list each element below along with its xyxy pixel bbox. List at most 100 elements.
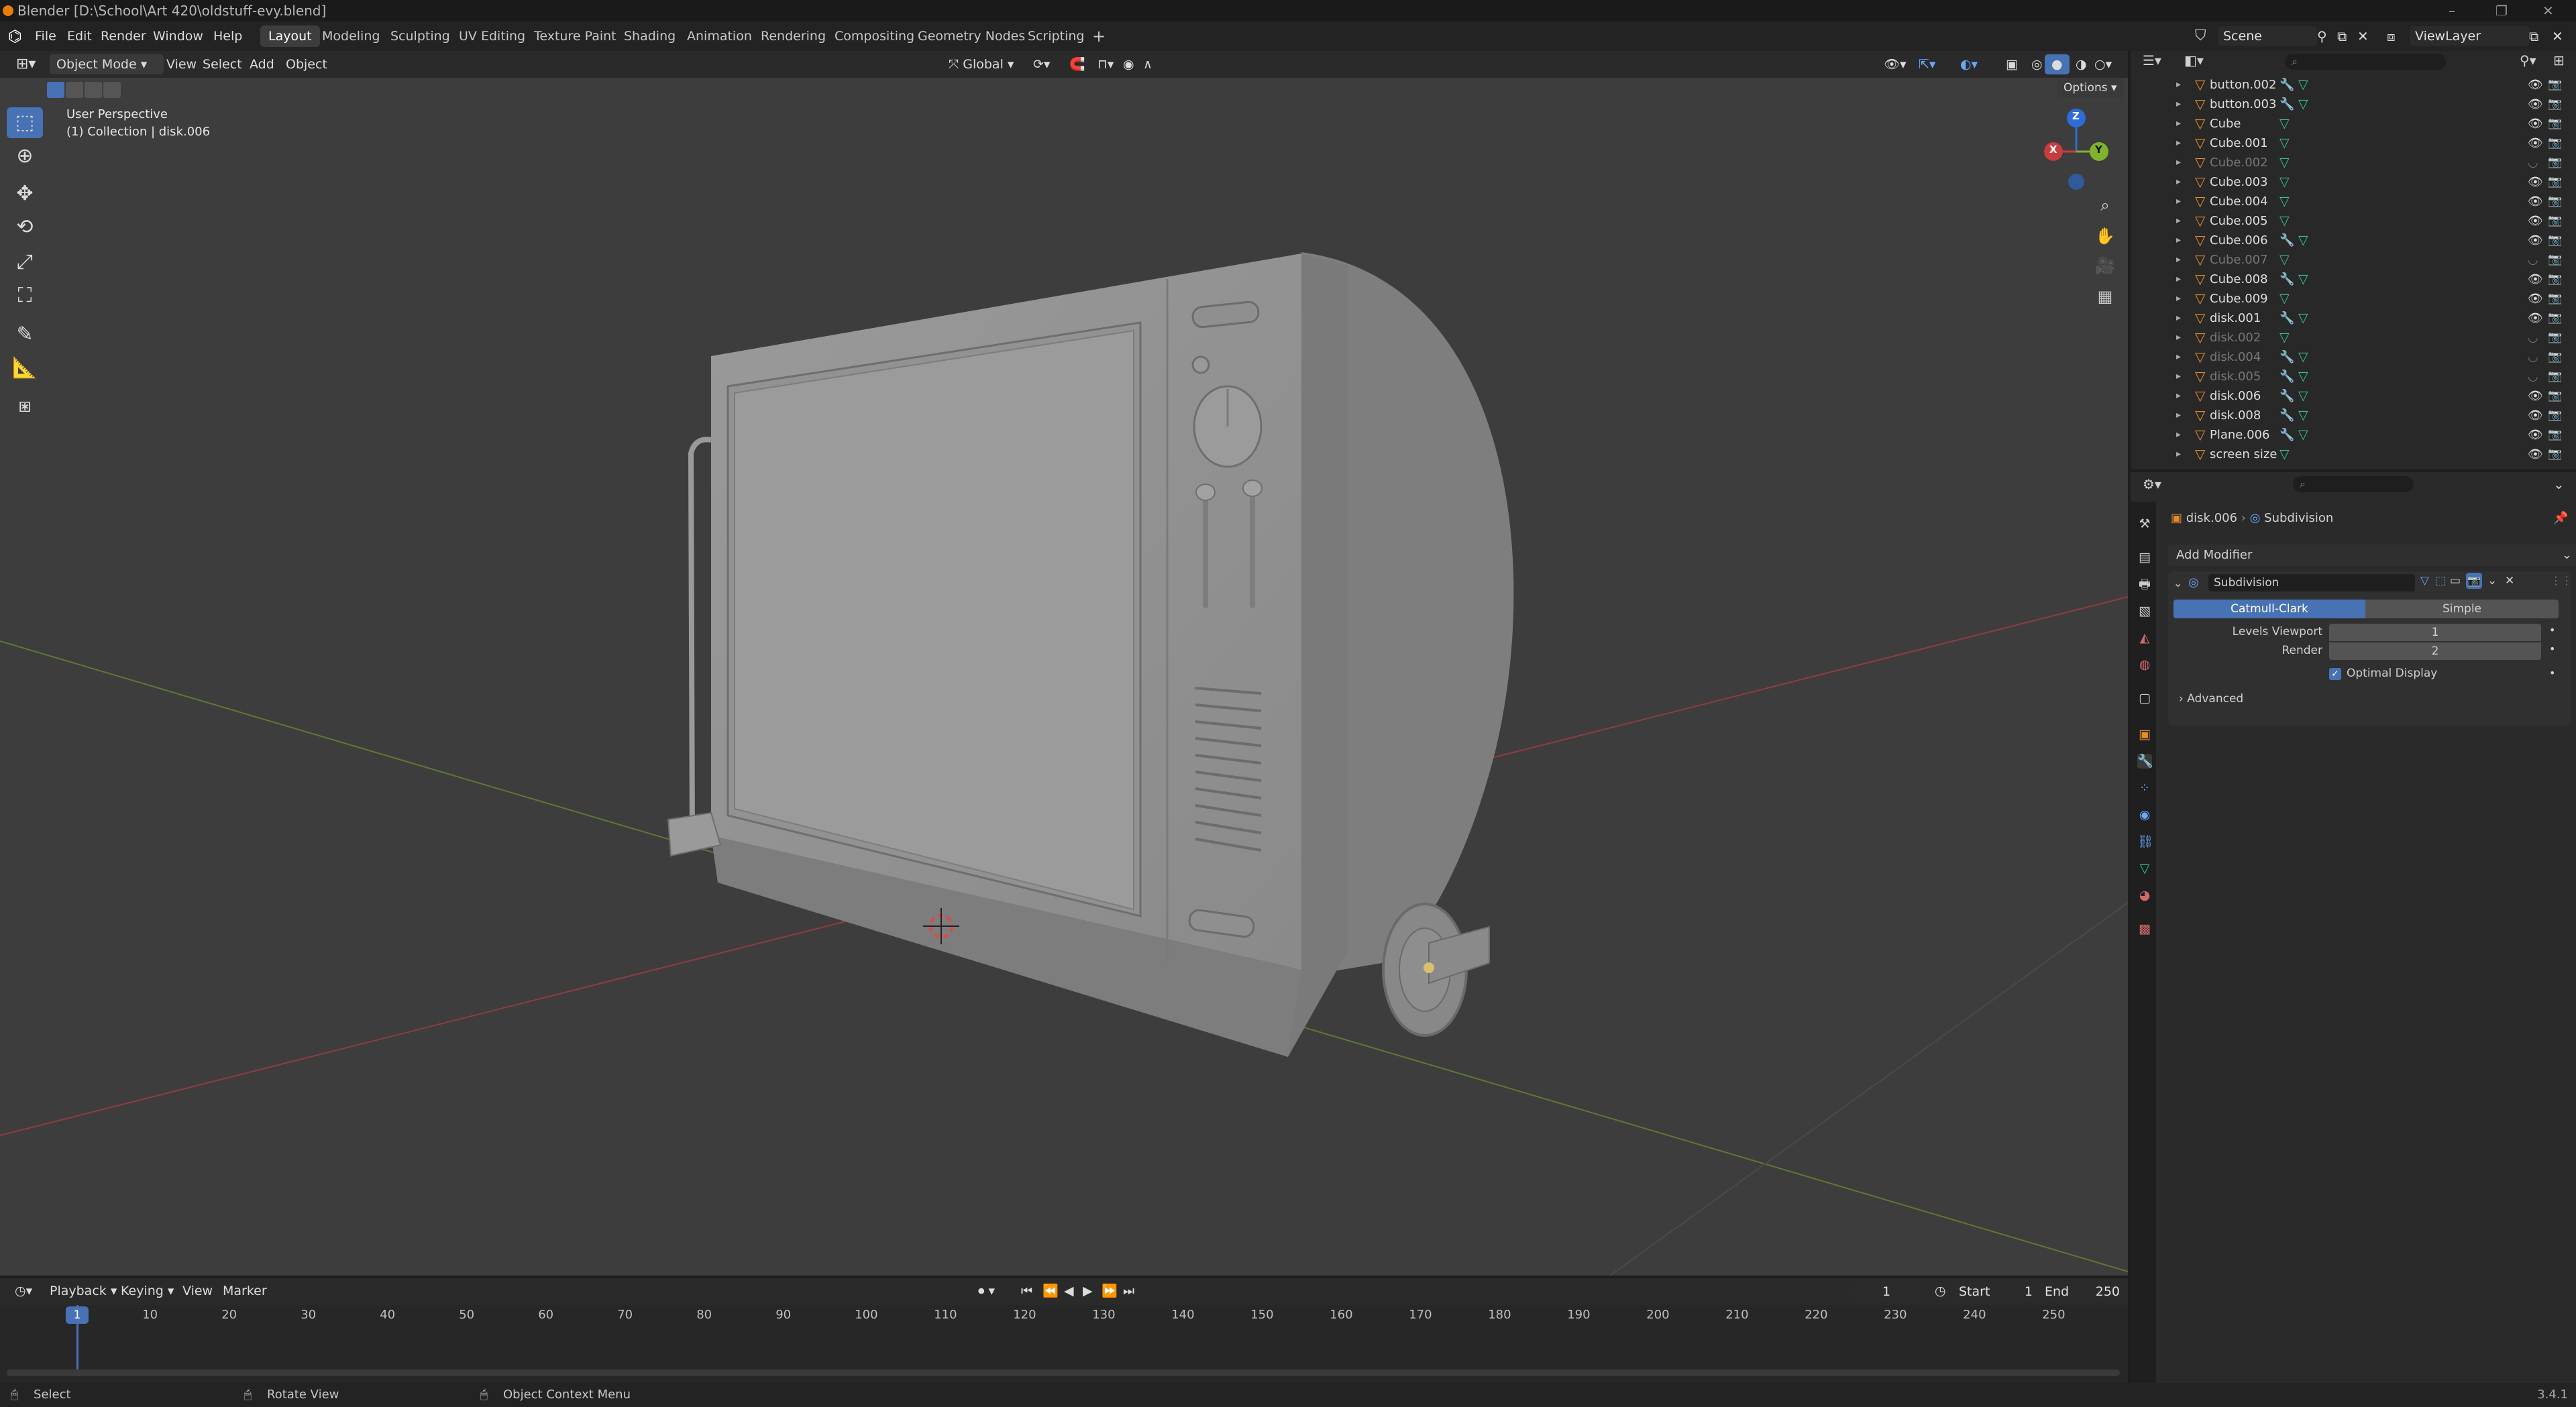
camera-icon[interactable]: 📷 xyxy=(2548,445,2562,464)
tab-compositing[interactable]: Compositing xyxy=(826,25,922,47)
mesh-data-icon[interactable]: ▽ xyxy=(2279,445,2290,464)
camera-icon[interactable]: 📷 xyxy=(2548,114,2562,133)
outliner-item[interactable]: ▸ ▽ Cube.008 🔧 ▽ 👁 📷 xyxy=(2131,270,2576,289)
select-box-tool-icon[interactable]: ⬚ xyxy=(7,107,43,138)
eye-icon[interactable]: 👁 xyxy=(2528,192,2543,211)
data-tab-icon[interactable]: ▽ xyxy=(2137,861,2152,876)
jump-end-icon[interactable]: ⏭ xyxy=(1116,1281,1141,1301)
drag-handle-icon[interactable]: ⋮⋮ xyxy=(2551,574,2572,587)
expand-arrow-icon[interactable]: ▸ xyxy=(2176,231,2181,250)
outliner-item[interactable]: ▸ ▽ disk.001 🔧 ▽ 👁 📷 xyxy=(2131,308,2576,328)
delete-view-layer-icon[interactable]: ✕ xyxy=(2552,21,2563,51)
current-frame-field[interactable]: 1 xyxy=(1851,1282,1921,1302)
outliner-item[interactable]: ▸ ▽ button.002 🔧 ▽ 👁 📷 xyxy=(2131,75,2576,95)
expand-arrow-icon[interactable]: ▸ xyxy=(2176,367,2181,386)
tab-texture-paint[interactable]: Texture Paint xyxy=(526,25,625,47)
outliner-item[interactable]: ▸ ▽ disk.005 🔧 ▽ ◡ 📷 xyxy=(2131,367,2576,386)
expand-arrow-icon[interactable]: ▸ xyxy=(2176,270,2181,289)
camera-icon[interactable]: 📷 xyxy=(2548,153,2562,172)
rendered-shading-icon[interactable]: ○▾ xyxy=(2088,54,2118,74)
wrench-icon[interactable]: 🔧 xyxy=(2279,270,2294,289)
annotate-tool-icon[interactable]: ✎ xyxy=(7,319,43,350)
maximize-button[interactable]: ❐ xyxy=(2496,0,2508,21)
select-intersect-icon[interactable] xyxy=(103,82,121,98)
expand-arrow-icon[interactable]: ▸ xyxy=(2176,75,2181,95)
texture-tab-icon[interactable]: ▩ xyxy=(2137,921,2152,936)
wrench-icon[interactable]: 🔧 xyxy=(2279,425,2294,445)
eye-icon[interactable]: 👁 xyxy=(2528,308,2543,328)
delete-scene-icon[interactable]: ✕ xyxy=(2357,21,2369,51)
view-layer-selector[interactable]: ViewLayer xyxy=(2410,26,2529,46)
wrench-icon[interactable]: 🔧 xyxy=(2279,367,2294,386)
expand-arrow-icon[interactable]: ▸ xyxy=(2176,425,2181,445)
render-tab-icon[interactable]: ▤ xyxy=(2137,550,2152,565)
scene-selector[interactable]: Scene xyxy=(2218,26,2317,46)
expand-arrow-icon[interactable]: ▸ xyxy=(2176,386,2181,406)
menu-timeline-view[interactable]: View xyxy=(176,1281,219,1301)
options-button[interactable]: Options ▾ xyxy=(2057,78,2124,98)
animate-property-icon[interactable]: • xyxy=(2549,642,2555,655)
outliner-item[interactable]: ▸ ▽ disk.006 🔧 ▽ 👁 📷 xyxy=(2131,386,2576,406)
expand-arrow-icon[interactable]: ▸ xyxy=(2176,133,2181,153)
timeline-editor-icon[interactable]: ◷▾ xyxy=(8,1281,39,1301)
wrench-icon[interactable]: 🔧 xyxy=(2279,347,2294,367)
outliner-item[interactable]: ▸ ▽ Cube.006 🔧 ▽ 👁 📷 xyxy=(2131,231,2576,250)
eye-icon[interactable]: 👁 xyxy=(2528,172,2543,192)
camera-view-icon[interactable]: 🎥 xyxy=(2092,252,2118,279)
mesh-data-icon[interactable]: ▽ xyxy=(2298,367,2308,386)
outliner-search-field[interactable]: ⌕ xyxy=(2285,54,2446,70)
tool-tab-icon[interactable]: ⚒ xyxy=(2137,516,2152,531)
record-icon[interactable]: ⏺ ▾ xyxy=(971,1281,1002,1301)
display-mode-icon[interactable]: ◧▾ xyxy=(2184,52,2204,68)
pin-properties-icon[interactable]: 📌 xyxy=(2553,511,2568,525)
simple-button[interactable]: Simple xyxy=(2365,600,2559,618)
view-layer-tab-icon[interactable]: ▧ xyxy=(2137,604,2152,618)
wrench-icon[interactable]: 🔧 xyxy=(2279,308,2294,328)
rotate-tool-icon[interactable]: ⟲ xyxy=(7,212,43,243)
overlays-toggle-icon[interactable]: ◐▾ xyxy=(1953,54,1984,74)
expand-arrow-icon[interactable]: ▸ xyxy=(2176,308,2181,328)
menu-marker[interactable]: Marker xyxy=(216,1281,274,1301)
modifier-tab-icon[interactable]: 🔧 xyxy=(2137,754,2153,769)
outliner-editor-icon[interactable]: ☰▾ xyxy=(2143,52,2161,68)
camera-icon[interactable]: 📷 xyxy=(2548,406,2562,425)
eye-icon[interactable]: 👁 xyxy=(2528,75,2543,95)
menu-render[interactable]: Render xyxy=(101,21,146,51)
transform-orientation-selector[interactable]: ⤧ Global ▾ xyxy=(942,54,1020,74)
eye-icon[interactable]: 👁 xyxy=(2528,386,2543,406)
playhead-frame-badge[interactable]: 1 xyxy=(66,1306,89,1324)
camera-icon[interactable]: 📷 xyxy=(2548,231,2562,250)
eye-icon[interactable]: 👁 xyxy=(2528,289,2543,308)
mesh-data-icon[interactable]: ▽ xyxy=(2279,153,2290,172)
wrench-icon[interactable]: 🔧 xyxy=(2279,75,2294,95)
wrench-icon[interactable]: 🔧 xyxy=(2279,231,2294,250)
pivot-point-icon[interactable]: ⟳▾ xyxy=(1026,54,1057,74)
render-levels-field[interactable]: 2 xyxy=(2329,642,2541,660)
tab-geometry-nodes[interactable]: Geometry Nodes xyxy=(910,25,1033,47)
wrench-icon[interactable]: 🔧 xyxy=(2279,406,2294,425)
tab-rendering[interactable]: Rendering xyxy=(753,25,834,47)
select-extend-icon[interactable] xyxy=(66,82,83,98)
visibility-icon[interactable]: 👁▾ xyxy=(1877,54,1913,74)
expand-arrow-icon[interactable]: ▸ xyxy=(2176,406,2181,425)
camera-icon[interactable]: 📷 xyxy=(2548,386,2562,406)
outliner-item[interactable]: ▸ ▽ screen size ▽ 👁 📷 xyxy=(2131,445,2576,464)
camera-icon[interactable]: 📷 xyxy=(2548,289,2562,308)
wrench-icon[interactable]: 🔧 xyxy=(2279,386,2294,406)
eye-icon[interactable]: 👁 xyxy=(2528,425,2543,445)
new-collection-icon[interactable]: ⊞ xyxy=(2553,52,2565,68)
eye-icon[interactable]: 👁 xyxy=(2528,406,2543,425)
wrench-icon[interactable]: 🔧 xyxy=(2279,95,2294,114)
outliner-item[interactable]: ▸ ▽ Cube.007 ▽ ◡ 📷 xyxy=(2131,250,2576,270)
tab-shading[interactable]: Shading xyxy=(616,25,684,47)
camera-icon[interactable]: 📷 xyxy=(2548,133,2562,153)
camera-icon[interactable]: 📷 xyxy=(2548,270,2562,289)
tv-model[interactable] xyxy=(667,252,1514,1057)
zoom-icon[interactable]: ⌕ xyxy=(2092,192,2118,219)
animate-property-icon[interactable]: • xyxy=(2549,667,2555,679)
physics-tab-icon[interactable]: ◉ xyxy=(2137,807,2152,822)
outliner-item[interactable]: ▸ ▽ Cube.005 ▽ 👁 📷 xyxy=(2131,211,2576,231)
outliner-item[interactable]: ▸ ▽ Plane.006 🔧 ▽ 👁 📷 xyxy=(2131,425,2576,445)
menu-playback[interactable]: Playback ▾ xyxy=(43,1281,123,1301)
add-cube-tool-icon[interactable]: ⧆ xyxy=(7,390,43,421)
